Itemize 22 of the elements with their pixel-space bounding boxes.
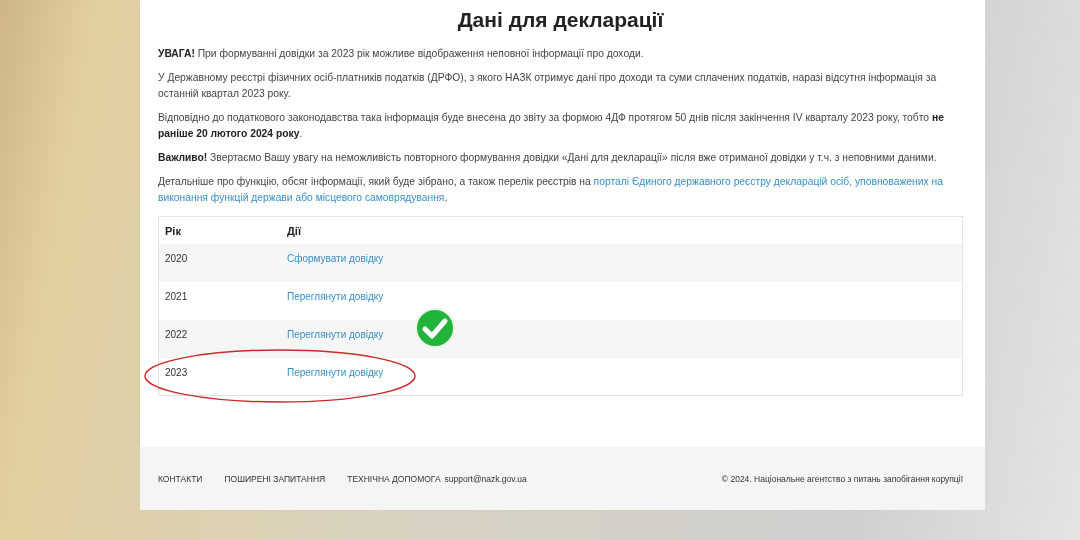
report-link[interactable]: Переглянути довідку <box>287 367 384 378</box>
notice-paragraph: У Державному реєстрі фізичних осіб-платників податків (ДРФО), з якого НАЗК отримує дані про доходи та суми сплачених податків, наразі відсутня інформація за останній квартал 2023 року. <box>158 71 938 101</box>
footer-link[interactable]: ПОШИРЕНІ ЗАПИТАННЯ <box>224 473 326 484</box>
report-link[interactable]: Сформувати довідку <box>287 253 384 264</box>
notice-paragraph: Відповідно до податкового законодавства така інформація буде внесена до звіту за формою 4ДФ протягом 50 днів після закінчення IV кварталу 2023 року, тобто не раніше 20 лютого 2024 року. <box>158 111 945 141</box>
portal-link[interactable]: порталі Єдиного державного реєстру декларацій осіб, уповноважених на <box>593 176 943 187</box>
year-cell: 2020 <box>165 253 188 264</box>
report-link[interactable]: Переглянути довідку <box>287 291 384 302</box>
support-email[interactable]: support@nazk.gov.ua <box>444 473 527 484</box>
notice-paragraph: Важливо! Звертаємо Вашу увагу на неможливість повторного формування довідки «Дані для декларації» після вже отриманої довідки у т.ч. з неповними даними. <box>158 151 938 165</box>
column-header: Рік <box>165 225 181 237</box>
year-cell: 2022 <box>165 329 188 340</box>
copyright-text: © 2024. Національне агентство з питань запобігання корупції <box>721 473 963 484</box>
footer-link[interactable]: ТЕХНІЧНА ДОПОМОГА <box>347 473 441 484</box>
notice-paragraph: Детальніше про функцію, обсяг інформації, який буде зібрано, а також перелік реєстрів на порталі Єдиного державного реєстру декларацій осіб, уповноважених на виконання функцій держави або місцевого самоврядування. <box>158 175 944 205</box>
year-cell: 2023 <box>165 367 188 378</box>
footer-link[interactable]: КОНТАКТИ <box>158 473 203 484</box>
page-title: Дані для декларації <box>456 8 665 32</box>
notice-paragraph: УВАГА! При формуванні довідки за 2023 рік можливе відображення неповної інформації про доходи. <box>158 47 645 61</box>
column-header: Дії <box>287 225 301 237</box>
year-cell: 2021 <box>165 291 188 302</box>
report-link[interactable]: Переглянути довідку <box>287 329 384 340</box>
